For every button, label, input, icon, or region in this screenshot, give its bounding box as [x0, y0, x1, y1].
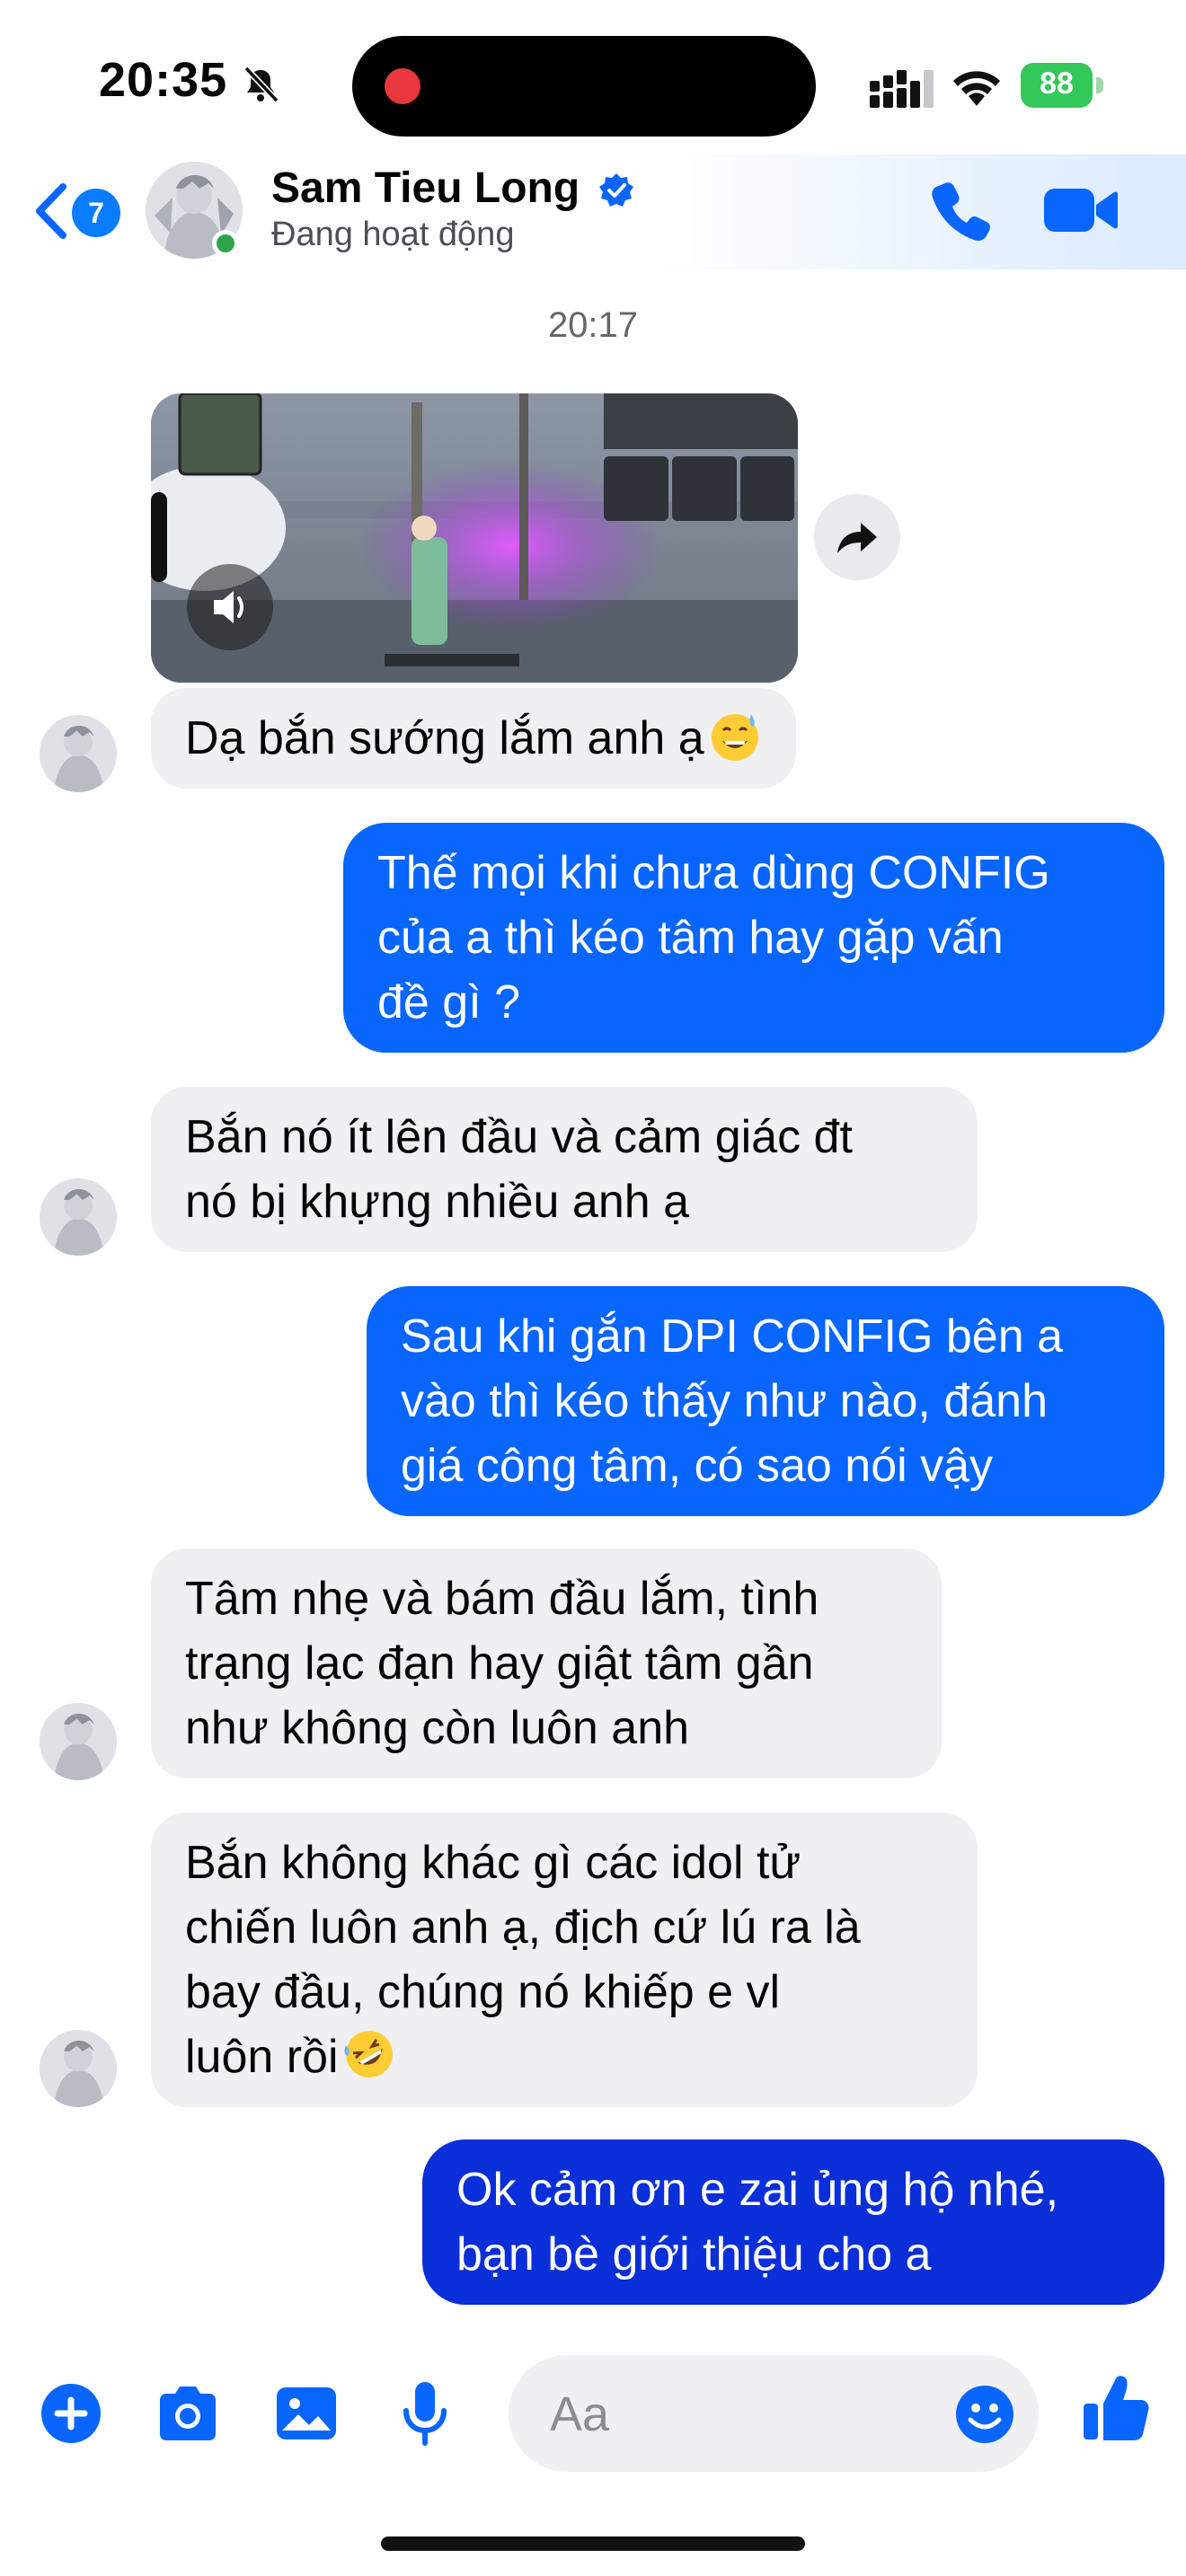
forward-button[interactable]	[814, 494, 900, 580]
grinning-sweat-emoji	[711, 714, 758, 761]
battery-level: 88	[1040, 66, 1074, 101]
emoji-icon[interactable]	[954, 2384, 1015, 2445]
message-input[interactable]	[548, 2380, 929, 2448]
camera-icon[interactable]	[153, 2378, 223, 2448]
message-bubble-incoming[interactable]: Tâm nhẹ và bám đầu lắm, tình trạng lạc đ…	[151, 1548, 942, 1778]
message-composer	[0, 2335, 1186, 2488]
message-input-field[interactable]	[509, 2355, 1039, 2472]
dynamic-island	[352, 36, 816, 137]
avatar-image	[40, 715, 117, 792]
message-text: Sau khi gắn DPI CONFIG bên a vào thì kéo…	[401, 1310, 1064, 1492]
chat-header: 7 Sam Tieu Long Đang hoạt động	[0, 154, 1186, 269]
message-text: Ok cảm ơn e zai ủng hộ nhé, bạn bè giới …	[456, 2164, 1059, 2280]
status-bar: 20:35 88	[0, 0, 1186, 162]
contact-avatar-small[interactable]	[40, 1703, 117, 1780]
photo-icon[interactable]	[271, 2378, 341, 2448]
message-text: Bắn nó ít lên đầu và cảm giác đt nó bị k…	[185, 1111, 853, 1228]
message-timestamp: 20:17	[547, 305, 639, 345]
battery-icon: 88	[1021, 63, 1103, 108]
message-bubble-incoming[interactable]: Bắn nó ít lên đầu và cảm giác đt nó bị k…	[151, 1087, 978, 1252]
cellular-signal-icon	[870, 70, 934, 108]
message-bubble-incoming[interactable]: Dạ bắn sướng lắm anh ạ	[151, 688, 796, 789]
recording-dot-icon	[385, 68, 420, 104]
contact-avatar-small[interactable]	[40, 2030, 117, 2107]
thumbs-up-icon[interactable]	[1078, 2371, 1152, 2445]
avatar-image	[40, 1178, 117, 1256]
microphone-icon[interactable]	[390, 2378, 460, 2448]
clock: 20:35	[99, 53, 228, 107]
forward-icon	[837, 523, 877, 553]
message-text: Thế mọi khi chưa dùng CONFIG của a thì k…	[377, 847, 1050, 1028]
phone-icon[interactable]	[929, 178, 994, 243]
back-button[interactable]: 7	[32, 180, 122, 243]
battery-fill: 88	[1021, 63, 1093, 108]
verified-badge-icon	[599, 173, 633, 207]
message-text: Bắn không khác gì các idol tử chiến luôn…	[185, 1837, 861, 2083]
contact-avatar-small[interactable]	[40, 715, 117, 792]
back-chevron-icon	[36, 183, 66, 239]
rolling-laughing-emoji	[343, 2031, 393, 2078]
volume-icon	[214, 591, 243, 623]
message-bubble-incoming[interactable]: Bắn không khác gì các idol tử chiến luôn…	[151, 1813, 978, 2107]
volume-button[interactable]	[187, 564, 273, 650]
active-status: Đang hoạt động	[271, 216, 515, 253]
avatar-image	[40, 1703, 117, 1780]
message-bubble-outgoing[interactable]: Sau khi gắn DPI CONFIG bên a vào thì kéo…	[367, 1286, 1164, 1516]
wifi-icon	[953, 71, 1000, 106]
message-bubble-outgoing[interactable]: Thế mọi khi chưa dùng CONFIG của a thì k…	[343, 823, 1164, 1053]
plus-icon[interactable]	[36, 2378, 106, 2448]
home-indicator[interactable]	[381, 2536, 805, 2551]
message-bubble-outgoing[interactable]: Ok cảm ơn e zai ủng hộ nhé, bạn bè giới …	[422, 2139, 1164, 2305]
video-camera-icon[interactable]	[1042, 181, 1118, 239]
battery-cap	[1096, 77, 1103, 93]
video-message[interactable]	[151, 393, 798, 683]
message-text: Tâm nhẹ và bám đầu lắm, tình trạng lạc đ…	[185, 1573, 819, 1754]
online-indicator	[212, 230, 239, 257]
avatar-image	[40, 2030, 117, 2107]
unread-count-badge: 7	[72, 189, 120, 237]
contact-name[interactable]: Sam Tieu Long	[271, 163, 580, 213]
message-text: Dạ bắn sướng lắm anh ạ	[185, 712, 704, 764]
contact-avatar-small[interactable]	[40, 1178, 117, 1256]
bell-slash-icon	[243, 66, 279, 103]
